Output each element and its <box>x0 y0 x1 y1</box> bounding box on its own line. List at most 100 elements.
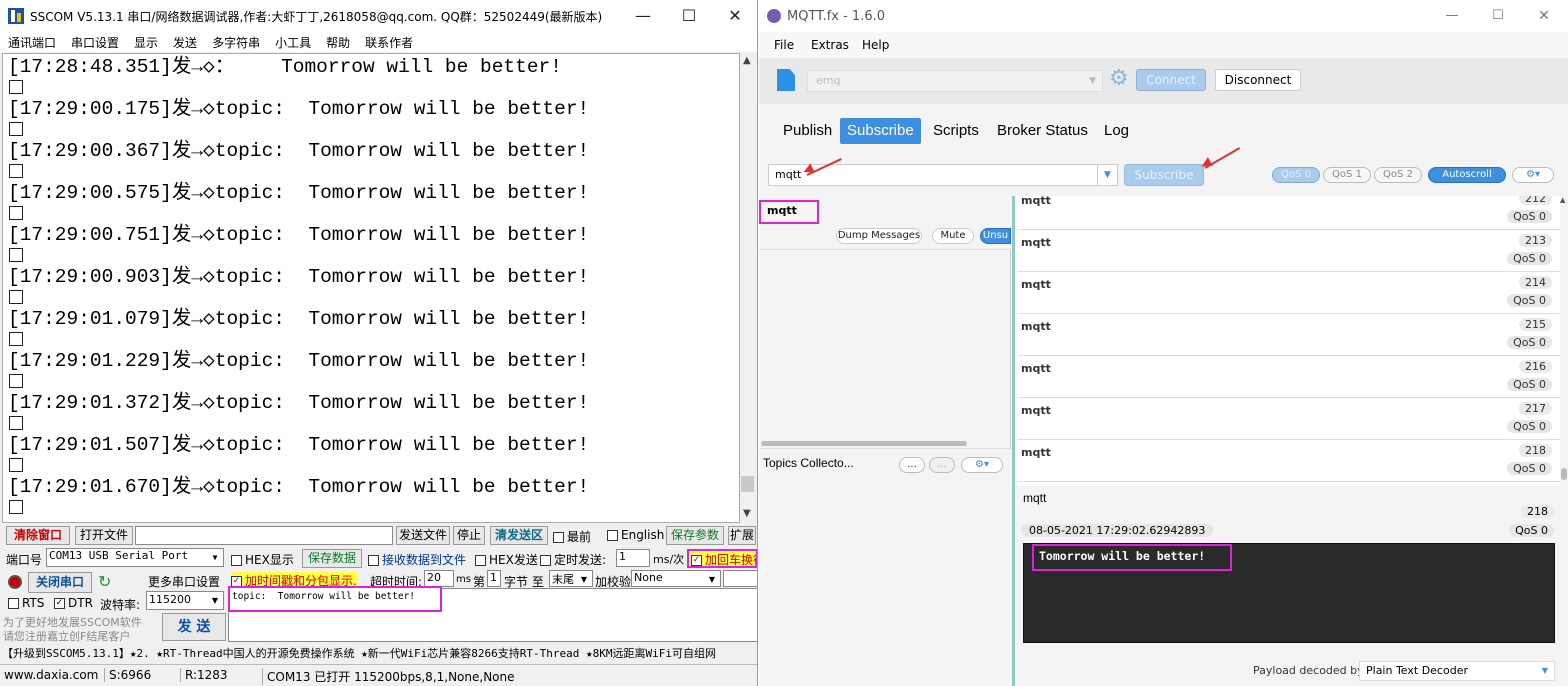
tab-publish[interactable]: Publish <box>776 118 839 144</box>
menu-contact[interactable]: 联系作者 <box>365 34 413 51</box>
disconnect-button[interactable]: Disconnect <box>1215 69 1301 91</box>
save-params-button[interactable]: 保存参数 <box>666 526 724 545</box>
mqttfx-app-icon <box>767 9 781 23</box>
send-button[interactable]: 发 送 <box>162 613 226 641</box>
qos1-toggle[interactable]: QoS 1 <box>1323 167 1371 183</box>
menu-file[interactable]: File <box>774 38 794 52</box>
save-data-button[interactable]: 保存数据 <box>302 549 362 568</box>
document-icon[interactable] <box>777 69 795 91</box>
tab-subscribe[interactable]: Subscribe <box>840 118 921 144</box>
interval-field[interactable]: 1 <box>616 549 650 567</box>
status-site-link[interactable]: www.daxia.com <box>4 668 98 682</box>
payload-viewer[interactable]: Tomorrow will be better! <box>1023 543 1555 643</box>
unsubscribe-button[interactable]: Unsu <box>980 228 1011 244</box>
port-select[interactable]: COM13 USB Serial Port ▼ <box>46 548 224 567</box>
message-row[interactable]: mqtt 212 QoS 0 <box>1018 196 1560 230</box>
maximize-icon[interactable]: ☐ <box>1475 0 1521 32</box>
minimize-icon[interactable]: — <box>1429 0 1475 32</box>
close-icon[interactable]: ✕ <box>1521 0 1567 32</box>
clear-send-button[interactable]: 清发送区 <box>490 526 548 545</box>
close-port-button[interactable]: 关闭串口 <box>28 572 92 593</box>
topmost-checkbox[interactable]: 最前 <box>553 528 591 545</box>
stop-button[interactable]: 停止 <box>453 526 485 545</box>
message-list[interactable]: mqtt 212 QoS 0 mqtt 213 QoS 0 mqtt 214 QoS 0 mqtt… <box>1012 196 1560 486</box>
expand-button[interactable]: 扩展 <box>728 526 756 545</box>
menu-multi-string[interactable]: 多字符串 <box>212 34 260 51</box>
message-scrollbar[interactable]: ▲ <box>1560 196 1568 486</box>
scroll-down-icon[interactable]: ▼ <box>743 508 751 519</box>
receive-terminal[interactable]: [17:28:48.351]发→◇： Tomorrow will be bett… <box>2 53 740 523</box>
horizontal-scrollbar[interactable] <box>761 441 967 446</box>
message-qos: QoS 0 <box>1507 462 1552 475</box>
checksum-extra-field[interactable] <box>723 570 757 587</box>
dtr-checkbox[interactable]: ✓ DTR <box>54 596 93 610</box>
rts-checkbox[interactable]: RTS <box>8 596 44 610</box>
decoder-select[interactable]: Plain Text Decoder ▼ <box>1359 661 1555 681</box>
collector-gear-icon[interactable]: ⚙▾ <box>961 457 1003 473</box>
clear-button[interactable]: ... <box>929 457 955 473</box>
refresh-icon[interactable]: ↻ <box>98 572 111 591</box>
recv-to-file-checkbox[interactable]: 接收数据到文件 <box>368 551 466 568</box>
byte-end-select[interactable]: 末尾 ▼ <box>549 570 593 587</box>
clear-window-button[interactable]: 清除窗口 <box>6 526 70 545</box>
message-row[interactable]: mqtt 216 QoS 0 <box>1018 356 1560 398</box>
menu-display[interactable]: 显示 <box>134 34 158 51</box>
baud-select[interactable]: 115200 ▼ <box>146 591 224 610</box>
settings-gear-icon[interactable]: ⚙▾ <box>1512 167 1554 183</box>
gear-icon[interactable]: ⚙ <box>1109 68 1129 90</box>
checksum-select[interactable]: None ▼ <box>631 570 721 587</box>
file-path-field[interactable] <box>135 526 393 545</box>
autoscroll-toggle[interactable]: Autoscroll <box>1428 167 1506 183</box>
timeout-unit: ms <box>456 574 471 585</box>
message-row[interactable]: mqtt 213 QoS 0 <box>1018 230 1560 272</box>
tab-broker-status[interactable]: Broker Status <box>990 118 1095 144</box>
connect-button[interactable]: Connect <box>1136 69 1206 91</box>
hex-send-checkbox[interactable]: HEX发送 <box>475 551 538 568</box>
add-crlf-checkbox[interactable]: ✓加回车换行 <box>687 549 757 568</box>
menu-help[interactable]: Help <box>862 38 889 52</box>
timed-send-checkbox[interactable]: 定时发送: <box>540 551 606 568</box>
subscribe-button[interactable]: Subscribe <box>1124 164 1204 186</box>
qos2-toggle[interactable]: QoS 2 <box>1374 167 1422 183</box>
scan-button[interactable]: ... <box>899 457 925 473</box>
qos0-toggle[interactable]: QoS 0 <box>1272 167 1320 183</box>
hex-display-label: HEX显示 <box>245 553 294 567</box>
scroll-thumb[interactable] <box>1561 468 1567 480</box>
menu-tools[interactable]: 小工具 <box>275 34 311 51</box>
timeout-field[interactable]: 20 <box>424 570 454 587</box>
byte-start-field[interactable]: 1 <box>487 570 501 587</box>
maximize-icon[interactable]: ☐ <box>666 0 712 32</box>
menu-extras[interactable]: Extras <box>811 38 849 52</box>
send-file-button[interactable]: 发送文件 <box>396 526 450 545</box>
english-checkbox[interactable]: English <box>607 528 664 542</box>
decoder-value: Plain Text Decoder <box>1366 664 1468 677</box>
menu-send[interactable]: 发送 <box>173 34 197 51</box>
menu-serial-settings[interactable]: 串口设置 <box>71 34 119 51</box>
more-settings-link[interactable]: 更多串口设置 <box>148 573 220 590</box>
close-icon[interactable]: ✕ <box>712 0 757 32</box>
tab-scripts[interactable]: Scripts <box>926 118 986 144</box>
message-row[interactable]: mqtt 217 QoS 0 <box>1018 398 1560 440</box>
message-row[interactable]: mqtt 218 QoS 0 <box>1018 440 1560 482</box>
menu-help[interactable]: 帮助 <box>326 34 350 51</box>
message-row[interactable]: mqtt 214 QoS 0 <box>1018 272 1560 314</box>
message-row[interactable]: mqtt 215 QoS 0 <box>1018 314 1560 356</box>
subscription-item[interactable]: mqtt Dump Messages Mute Unsu <box>759 196 1011 250</box>
minimize-icon[interactable]: — <box>620 0 666 32</box>
tab-log[interactable]: Log <box>1097 118 1136 144</box>
profile-select[interactable]: emq ▼ <box>807 70 1103 92</box>
terminal-scrollbar[interactable]: ▲ ▼ <box>740 53 756 523</box>
open-file-button[interactable]: 打开文件 <box>75 526 133 545</box>
promo-line-2[interactable]: 请您注册嘉立创F结尾客户 <box>3 628 130 644</box>
newline-box-icon <box>9 164 23 178</box>
dump-messages-button[interactable]: Dump Messages <box>836 228 922 244</box>
menu-comm-port[interactable]: 通讯端口 <box>8 34 56 51</box>
scroll-up-icon[interactable]: ▲ <box>743 55 751 66</box>
send-text[interactable]: topic: Tomorrow will be better! <box>228 586 442 612</box>
news-ticker[interactable]: 【升级到SSCOM5.13.1】★2. ★RT-Thread中国人的开源免费操作… <box>2 644 756 663</box>
scroll-thumb[interactable] <box>741 476 754 492</box>
mute-button[interactable]: Mute <box>932 228 974 244</box>
scroll-up-icon[interactable]: ▲ <box>1560 196 1565 204</box>
subscribe-bar: mqtt ▼ Subscribe QoS 0 QoS 1 QoS 2 Autosc… <box>759 156 1568 196</box>
hex-display-checkbox[interactable]: HEX显示 <box>231 551 294 568</box>
